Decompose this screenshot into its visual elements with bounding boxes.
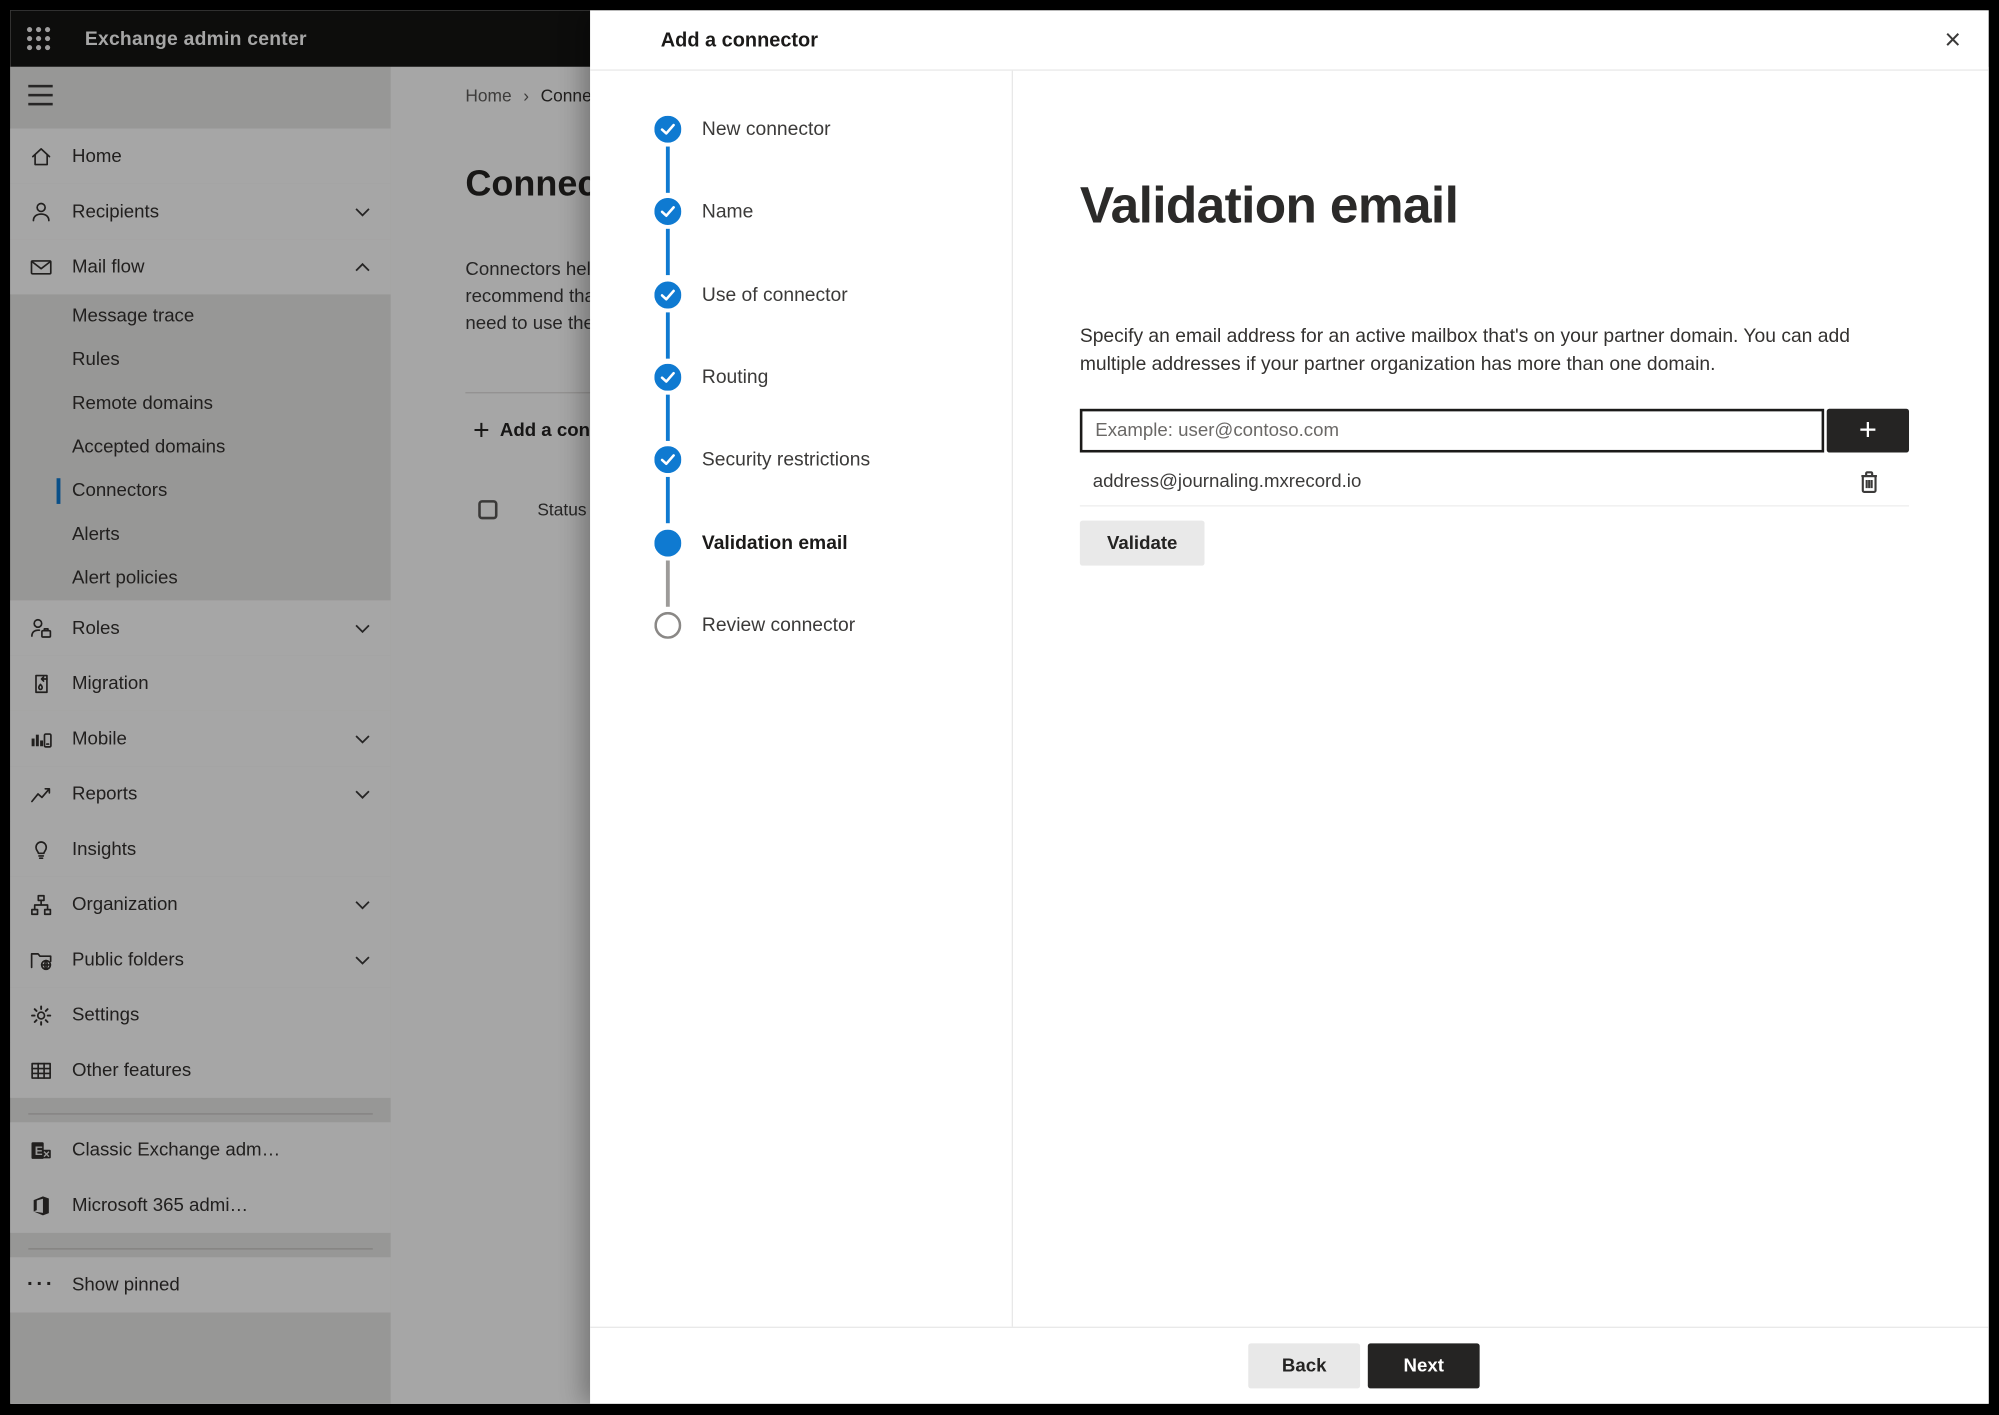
wizard-steps-rail: New connector Name Use of connector Rout… (590, 70, 1013, 1327)
step-description: Specify an email address for an active m… (1079, 325, 1850, 375)
wizard-step-use-of-connector[interactable]: Use of connector (590, 253, 1012, 335)
email-address-row: address@journaling.mxrecord.io (1079, 458, 1910, 507)
step-check-icon (654, 445, 682, 473)
panel-title: Add a connector (660, 29, 818, 52)
wizard-step-name[interactable]: Name (590, 170, 1012, 252)
delete-address-icon[interactable] (1855, 468, 1883, 496)
email-address-value: address@journaling.mxrecord.io (1092, 471, 1362, 492)
add-connector-panel: Add a connector × New connector Name Use… (590, 10, 1989, 1404)
wizard-step-security-restrictions[interactable]: Security restrictions (590, 418, 1012, 500)
validate-button[interactable]: Validate (1079, 520, 1205, 566)
close-icon[interactable]: × (1935, 22, 1971, 58)
wizard-step-validation-email[interactable]: Validation email (590, 501, 1012, 583)
panel-header: Add a connector × (590, 10, 1989, 71)
step-content-pane: Validation email Specify an email addres… (1013, 71, 1989, 1327)
wizard-step-routing[interactable]: Routing (590, 336, 1012, 418)
step-check-icon (654, 363, 682, 391)
step-current-icon (654, 528, 682, 556)
app-screen: Exchange admin center Home Recipients Ma… (10, 10, 1989, 1404)
add-email-button[interactable]: + (1826, 408, 1910, 453)
step-check-icon (654, 115, 682, 143)
wizard-step-new-connector[interactable]: New connector (590, 87, 1012, 169)
back-button[interactable]: Back (1248, 1343, 1361, 1389)
step-heading: Validation email (1079, 177, 1459, 234)
screenshot-stage: Exchange admin center Home Recipients Ma… (0, 0, 1999, 1415)
step-check-icon (654, 197, 682, 225)
validation-email-input[interactable] (1079, 408, 1825, 453)
wizard-step-review-connector[interactable]: Review connector (590, 584, 1012, 666)
panel-footer: Back Next (590, 1326, 1989, 1404)
step-check-icon (654, 280, 682, 308)
step-circle-icon (654, 611, 682, 639)
next-button[interactable]: Next (1367, 1343, 1480, 1389)
